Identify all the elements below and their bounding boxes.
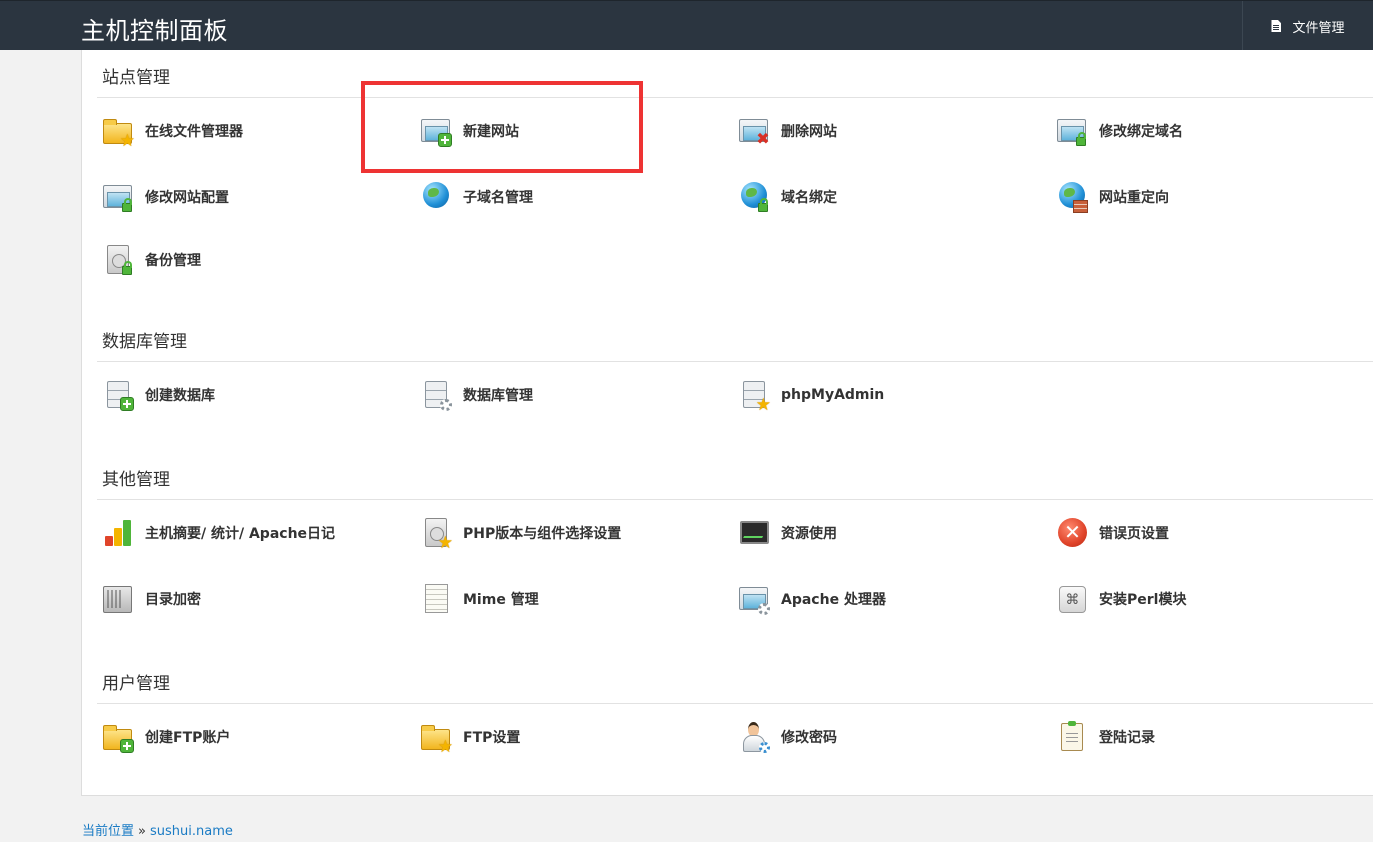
database-add-icon <box>102 379 134 411</box>
mime-management-link[interactable]: Mime 管理 <box>420 581 539 617</box>
item-label: 登陆记录 <box>1099 730 1155 746</box>
item-label: 安装Perl模块 <box>1099 592 1187 608</box>
window-add-icon <box>420 115 452 147</box>
page-title: 主机控制面板 <box>81 17 228 45</box>
window-delete-icon: ✖ <box>738 115 770 148</box>
item-label: 在线文件管理器 <box>145 124 243 140</box>
breadcrumb-separator: » <box>138 824 146 839</box>
item-label: 修改绑定域名 <box>1099 124 1183 140</box>
monitor-pulse-icon <box>738 517 770 549</box>
item-label: 主机摘要/ 统计/ Apache日记 <box>145 526 336 542</box>
item-label: 删除网站 <box>781 124 837 140</box>
item-label: PHP版本与组件选择设置 <box>463 526 622 542</box>
folder-add-icon <box>102 721 134 753</box>
section-title-database: 数据库管理 <box>102 332 187 352</box>
item-label: 目录加密 <box>145 592 201 608</box>
folder-star-icon: ★ <box>102 115 135 149</box>
modify-bound-domain-link[interactable]: 修改绑定域名 <box>1056 113 1183 149</box>
directory-encryption-link[interactable]: 目录加密 <box>102 581 201 617</box>
backup-management-link[interactable]: 备份管理 <box>102 242 201 278</box>
clipboard-icon <box>1056 721 1088 753</box>
resource-usage-link[interactable]: 资源使用 <box>738 515 837 551</box>
new-website-link[interactable]: 新建网站 <box>420 113 519 149</box>
item-label: 创建数据库 <box>145 388 215 404</box>
create-ftp-account-link[interactable]: 创建FTP账户 <box>102 719 230 755</box>
disk-star-icon: ★ <box>420 517 453 551</box>
modify-site-config-link[interactable]: 修改网站配置 <box>102 179 229 215</box>
top-navbar: 主机控制面板 文件管理 <box>0 0 1373 51</box>
globe-hand-icon <box>420 181 452 213</box>
section-title-user: 用户管理 <box>102 674 170 694</box>
file-manager-label: 文件管理 <box>1292 20 1345 36</box>
error-x-icon: ✕ <box>1056 517 1088 549</box>
item-label: 修改网站配置 <box>145 190 229 206</box>
command-key-icon: ⌘ <box>1056 583 1088 615</box>
database-star-icon: ★ <box>738 379 771 413</box>
login-records-link[interactable]: 登陆记录 <box>1056 719 1155 755</box>
disk-backup-icon <box>102 244 134 276</box>
item-label: 数据库管理 <box>463 388 533 404</box>
section-divider <box>97 97 1373 98</box>
file-manager-button[interactable]: 文件管理 <box>1242 1 1373 51</box>
window-gear-icon <box>738 583 770 615</box>
item-label: phpMyAdmin <box>781 387 885 403</box>
install-perl-module-link[interactable]: ⌘ 安装Perl模块 <box>1056 581 1186 617</box>
item-label: Mime 管理 <box>463 592 539 608</box>
create-database-link[interactable]: 创建数据库 <box>102 377 215 413</box>
database-management-link[interactable]: 数据库管理 <box>420 377 533 413</box>
phpmyadmin-link[interactable]: ★ phpMyAdmin <box>738 377 884 413</box>
item-label: 网站重定向 <box>1099 190 1169 206</box>
safe-icon <box>102 583 134 615</box>
window-config-icon <box>102 181 134 213</box>
host-summary-link[interactable]: 主机摘要/ 统计/ Apache日记 <box>102 515 335 551</box>
item-label: 创建FTP账户 <box>145 730 231 746</box>
delete-website-link[interactable]: ✖ 删除网站 <box>738 113 837 149</box>
online-file-manager-link[interactable]: ★ 在线文件管理器 <box>102 113 243 149</box>
item-label: Apache 处理器 <box>781 592 886 608</box>
user-settings-icon <box>738 721 770 753</box>
globe-lock-icon <box>738 181 770 213</box>
php-version-settings-link[interactable]: ★ PHP版本与组件选择设置 <box>420 515 621 551</box>
window-lock-icon <box>1056 115 1088 147</box>
breadcrumb-current-link[interactable]: 当前位置 <box>82 824 134 839</box>
item-label: FTP设置 <box>463 730 521 746</box>
item-label: 新建网站 <box>463 124 519 140</box>
section-title-other: 其他管理 <box>102 470 170 490</box>
section-divider <box>97 499 1373 500</box>
control-panel: 站点管理 ★ 在线文件管理器 新建网站 ✖ 删除网站 修改绑定域名 修改网站配置… <box>81 50 1373 796</box>
section-title-site: 站点管理 <box>102 68 170 88</box>
ftp-settings-link[interactable]: ★ FTP设置 <box>420 719 520 755</box>
item-label: 备份管理 <box>145 253 201 269</box>
item-label: 域名绑定 <box>781 190 837 206</box>
item-label: 错误页设置 <box>1099 526 1169 542</box>
section-divider <box>97 361 1373 362</box>
breadcrumb: 当前位置 » sushui.name <box>82 820 233 839</box>
folder-star-icon: ★ <box>420 721 453 755</box>
section-divider <box>97 703 1373 704</box>
document-icon <box>420 583 452 615</box>
item-label: 资源使用 <box>781 526 837 542</box>
domain-binding-link[interactable]: 域名绑定 <box>738 179 837 215</box>
subdomain-management-link[interactable]: 子域名管理 <box>420 179 533 215</box>
document-icon <box>1271 20 1282 32</box>
item-label: 子域名管理 <box>463 190 533 206</box>
database-gear-icon <box>420 379 452 411</box>
error-page-settings-link[interactable]: ✕ 错误页设置 <box>1056 515 1169 551</box>
item-label: 修改密码 <box>781 730 837 746</box>
site-redirect-link[interactable]: 网站重定向 <box>1056 179 1169 215</box>
breadcrumb-site-link[interactable]: sushui.name <box>150 824 233 839</box>
bar-chart-icon <box>102 517 134 549</box>
apache-handler-link[interactable]: Apache 处理器 <box>738 581 886 617</box>
change-password-link[interactable]: 修改密码 <box>738 719 837 755</box>
globe-wall-icon <box>1056 181 1088 213</box>
